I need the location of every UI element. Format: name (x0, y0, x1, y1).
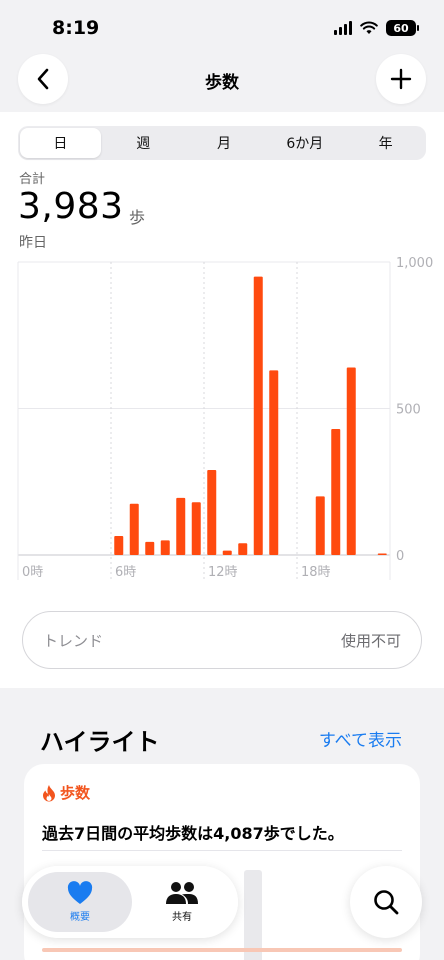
date-label: 昨日 (19, 235, 47, 251)
step-bar (145, 541, 155, 555)
segment-day[interactable]: 日 (20, 128, 101, 158)
total-steps-value: 3,983 (18, 186, 124, 227)
wifi-icon (360, 21, 378, 34)
cellular-signal-icon (334, 21, 352, 35)
y-tick-label: 500 (396, 403, 421, 418)
nav-header: 歩数 (0, 54, 444, 112)
step-bar (222, 550, 232, 555)
y-tick-label: 1,000 (396, 256, 433, 271)
add-data-button[interactable] (376, 54, 426, 104)
search-button[interactable] (350, 866, 422, 938)
step-bar (176, 497, 186, 555)
highlight-chart-line (42, 948, 402, 952)
people-icon (166, 882, 198, 904)
x-tick-label: 0時 (22, 565, 43, 580)
highlights-title: ハイライト (40, 728, 160, 756)
tab-summary-label: 概要 (70, 912, 90, 923)
step-bar (253, 276, 263, 555)
step-bar (207, 470, 217, 555)
total-label: 合計 (19, 172, 46, 187)
highlight-card-text: 過去7日間の平均歩数は4,087歩でした。 (42, 824, 344, 843)
x-tick-label: 6時 (115, 565, 136, 580)
status-bar: 8:19 60 (0, 0, 444, 54)
steps-bar-chart[interactable]: 1,000 500 0 0時 6時 12時 18時 (0, 250, 444, 590)
x-tick-label: 18時 (301, 565, 331, 580)
status-time: 8:19 (52, 17, 100, 39)
y-tick-label: 0 (396, 549, 404, 564)
segment-year[interactable]: 年 (345, 126, 426, 160)
highlight-card-tag: 歩数 (42, 782, 90, 803)
segment-six-months[interactable]: 6か月 (264, 126, 345, 160)
show-all-link[interactable]: すべて表示 (319, 726, 402, 751)
trend-value: 使用不可 (340, 631, 401, 650)
segment-week[interactable]: 週 (103, 126, 184, 160)
tab-bar: 概要 共有 (22, 866, 238, 938)
x-tick-label: 12時 (208, 565, 238, 580)
step-bar (129, 503, 139, 555)
step-bar (114, 535, 124, 555)
trend-row[interactable]: トレンド 使用不可 (22, 611, 422, 669)
divider (42, 850, 402, 851)
period-segmented-control: 日 週 月 6か月 年 (18, 126, 426, 160)
step-bar (346, 367, 356, 555)
flame-icon (43, 784, 55, 801)
battery-indicator: 60 (386, 20, 419, 36)
search-icon (374, 890, 399, 915)
step-bar (160, 540, 170, 555)
total-steps-unit: 歩 (129, 208, 146, 227)
trend-label: トレンド (43, 631, 104, 650)
step-bar (269, 370, 279, 555)
highlight-tag-label: 歩数 (60, 784, 91, 802)
step-bar (315, 496, 325, 555)
tab-summary[interactable]: 概要 (28, 872, 132, 932)
segment-month[interactable]: 月 (184, 126, 265, 160)
tab-sharing[interactable]: 共有 (130, 872, 234, 932)
step-bar (191, 502, 201, 555)
plus-icon (390, 68, 412, 90)
step-bar (331, 429, 341, 555)
tab-share-label: 共有 (172, 912, 192, 923)
heart-icon (67, 881, 93, 904)
step-bar (377, 553, 387, 555)
highlight-chart-bar (244, 870, 262, 960)
step-bar (238, 543, 248, 555)
status-icons: 60 (334, 20, 419, 36)
